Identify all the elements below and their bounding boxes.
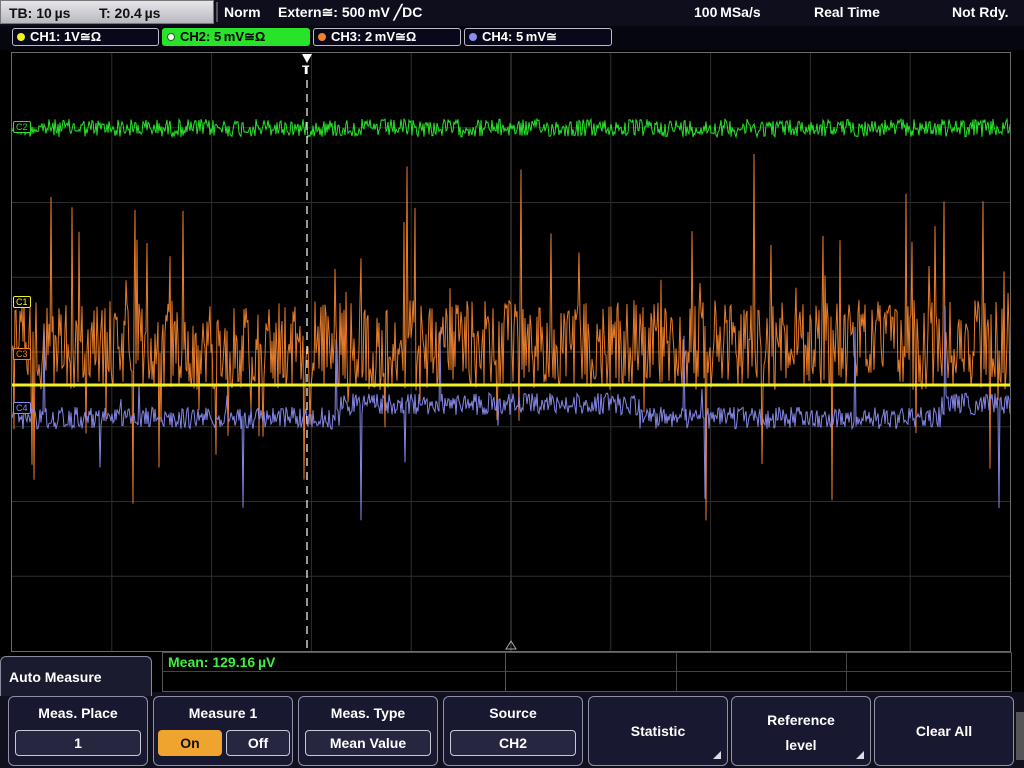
ch3-offset-label[interactable]: C3 <box>13 348 31 360</box>
results-divider <box>162 671 1012 672</box>
source-softkey[interactable]: Source CH2 <box>443 696 583 766</box>
statistic-label: Statistic <box>630 723 686 739</box>
source-value[interactable]: CH2 <box>450 730 576 756</box>
measure1-off-button[interactable]: Off <box>226 730 290 756</box>
results-divider <box>676 653 677 691</box>
ch2-offset-label[interactable]: C2 <box>13 121 31 133</box>
measure1-on-button[interactable]: On <box>158 730 222 756</box>
meas-place-softkey[interactable]: Meas. Place 1 <box>8 696 148 766</box>
side-scroll-tab[interactable] <box>1016 712 1024 760</box>
meas-type-softkey[interactable]: Meas. Type Mean Value <box>298 696 438 766</box>
meas-type-value[interactable]: Mean Value <box>305 730 431 756</box>
ch4-offset-label[interactable]: C4 <box>13 402 31 414</box>
menu-title: Auto Measure <box>0 656 152 696</box>
results-divider <box>505 653 506 691</box>
clear-all-softkey[interactable]: Clear All <box>874 696 1014 766</box>
reference-label-line1: Reference <box>767 712 835 728</box>
graticule-frame <box>11 52 1011 652</box>
measure1-softkey[interactable]: Measure 1 On Off <box>153 696 293 766</box>
softkey-title: Source <box>489 705 537 721</box>
measurement-results-panel <box>162 652 1012 692</box>
submenu-arrow-icon <box>713 751 721 759</box>
mean-result: Mean: 129.16 µV <box>168 654 276 670</box>
meas-place-value[interactable]: 1 <box>15 730 141 756</box>
softkey-title: Measure 1 <box>188 705 258 721</box>
submenu-arrow-icon <box>856 751 864 759</box>
softkey-title: Meas. Type <box>330 705 406 721</box>
softkey-title: Meas. Place <box>38 705 118 721</box>
statistic-softkey[interactable]: Statistic <box>588 696 728 766</box>
reference-level-softkey[interactable]: Reference level <box>731 696 871 766</box>
clear-all-label: Clear All <box>915 723 973 739</box>
ch1-offset-label[interactable]: C1 <box>13 296 31 308</box>
reference-label-line2: level <box>785 737 817 753</box>
results-divider <box>846 653 847 691</box>
